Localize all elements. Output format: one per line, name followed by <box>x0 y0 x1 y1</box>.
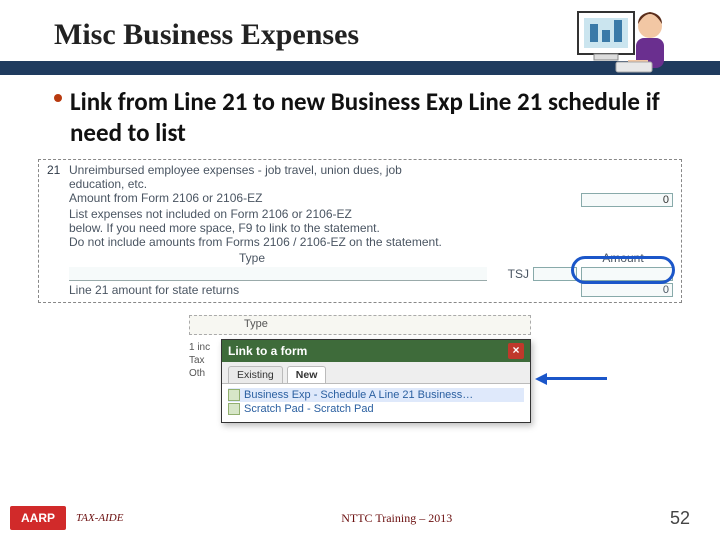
list-item-label: Scratch Pad - Scratch Pad <box>244 403 374 415</box>
state-amount-field[interactable]: 0 <box>581 283 673 297</box>
tsj-label: TSJ <box>493 267 533 281</box>
taxaide-label: TAX-AIDE <box>76 512 123 524</box>
arrow-annotation <box>535 373 607 385</box>
page-number: 52 <box>670 508 690 529</box>
document-icon <box>228 389 240 401</box>
form2106-label: Amount from Form 2106 or 2106-EZ <box>69 191 581 207</box>
document-icon <box>228 403 240 415</box>
tsj-input[interactable] <box>533 267 577 281</box>
line21-desc1: Unreimbursed employee expenses - job tra… <box>69 163 673 177</box>
bullet-text: Link from Line 21 to new Business Exp Li… <box>70 86 666 149</box>
person-computer-illustration <box>576 6 672 76</box>
bullet-dot <box>54 94 62 102</box>
list-item[interactable]: Business Exp - Schedule A Line 21 Busine… <box>228 388 524 402</box>
footer-center: NTTC Training – 2013 <box>123 511 670 526</box>
list-instr2: below. If you need more space, F9 to lin… <box>69 221 673 235</box>
line21-form-screenshot: 21 Unreimbursed employee expenses - job … <box>38 159 682 303</box>
amount-header: Amount <box>573 251 673 265</box>
list-item[interactable]: Scratch Pad - Scratch Pad <box>228 402 524 416</box>
tab-existing[interactable]: Existing <box>228 366 283 383</box>
popup-left-fragment: 1 inc Tax Oth <box>189 341 221 380</box>
line21-desc2: education, etc. <box>69 177 673 191</box>
type-input[interactable] <box>69 267 487 281</box>
list-instr3: Do not include amounts from Forms 2106 /… <box>69 235 673 249</box>
aarp-logo: AARP <box>10 506 66 530</box>
tab-new[interactable]: New <box>287 366 327 383</box>
list-instr1: List expenses not included on Form 2106 … <box>69 207 673 221</box>
amount-input[interactable] <box>581 267 673 281</box>
type-header: Type <box>239 251 573 265</box>
popup-type-label: Type <box>244 318 268 330</box>
close-icon[interactable]: × <box>508 343 524 359</box>
list-item-label: Business Exp - Schedule A Line 21 Busine… <box>244 389 473 401</box>
popup-type-bar: Type <box>189 315 531 335</box>
dialog-title: Link to a form <box>228 344 307 358</box>
state-line-label: Line 21 amount for state returns <box>69 283 581 297</box>
link-to-form-dialog: Link to a form × Existing New Business E… <box>221 339 531 423</box>
amount-2106-field[interactable]: 0 <box>581 193 673 207</box>
line-number: 21 <box>47 163 69 297</box>
